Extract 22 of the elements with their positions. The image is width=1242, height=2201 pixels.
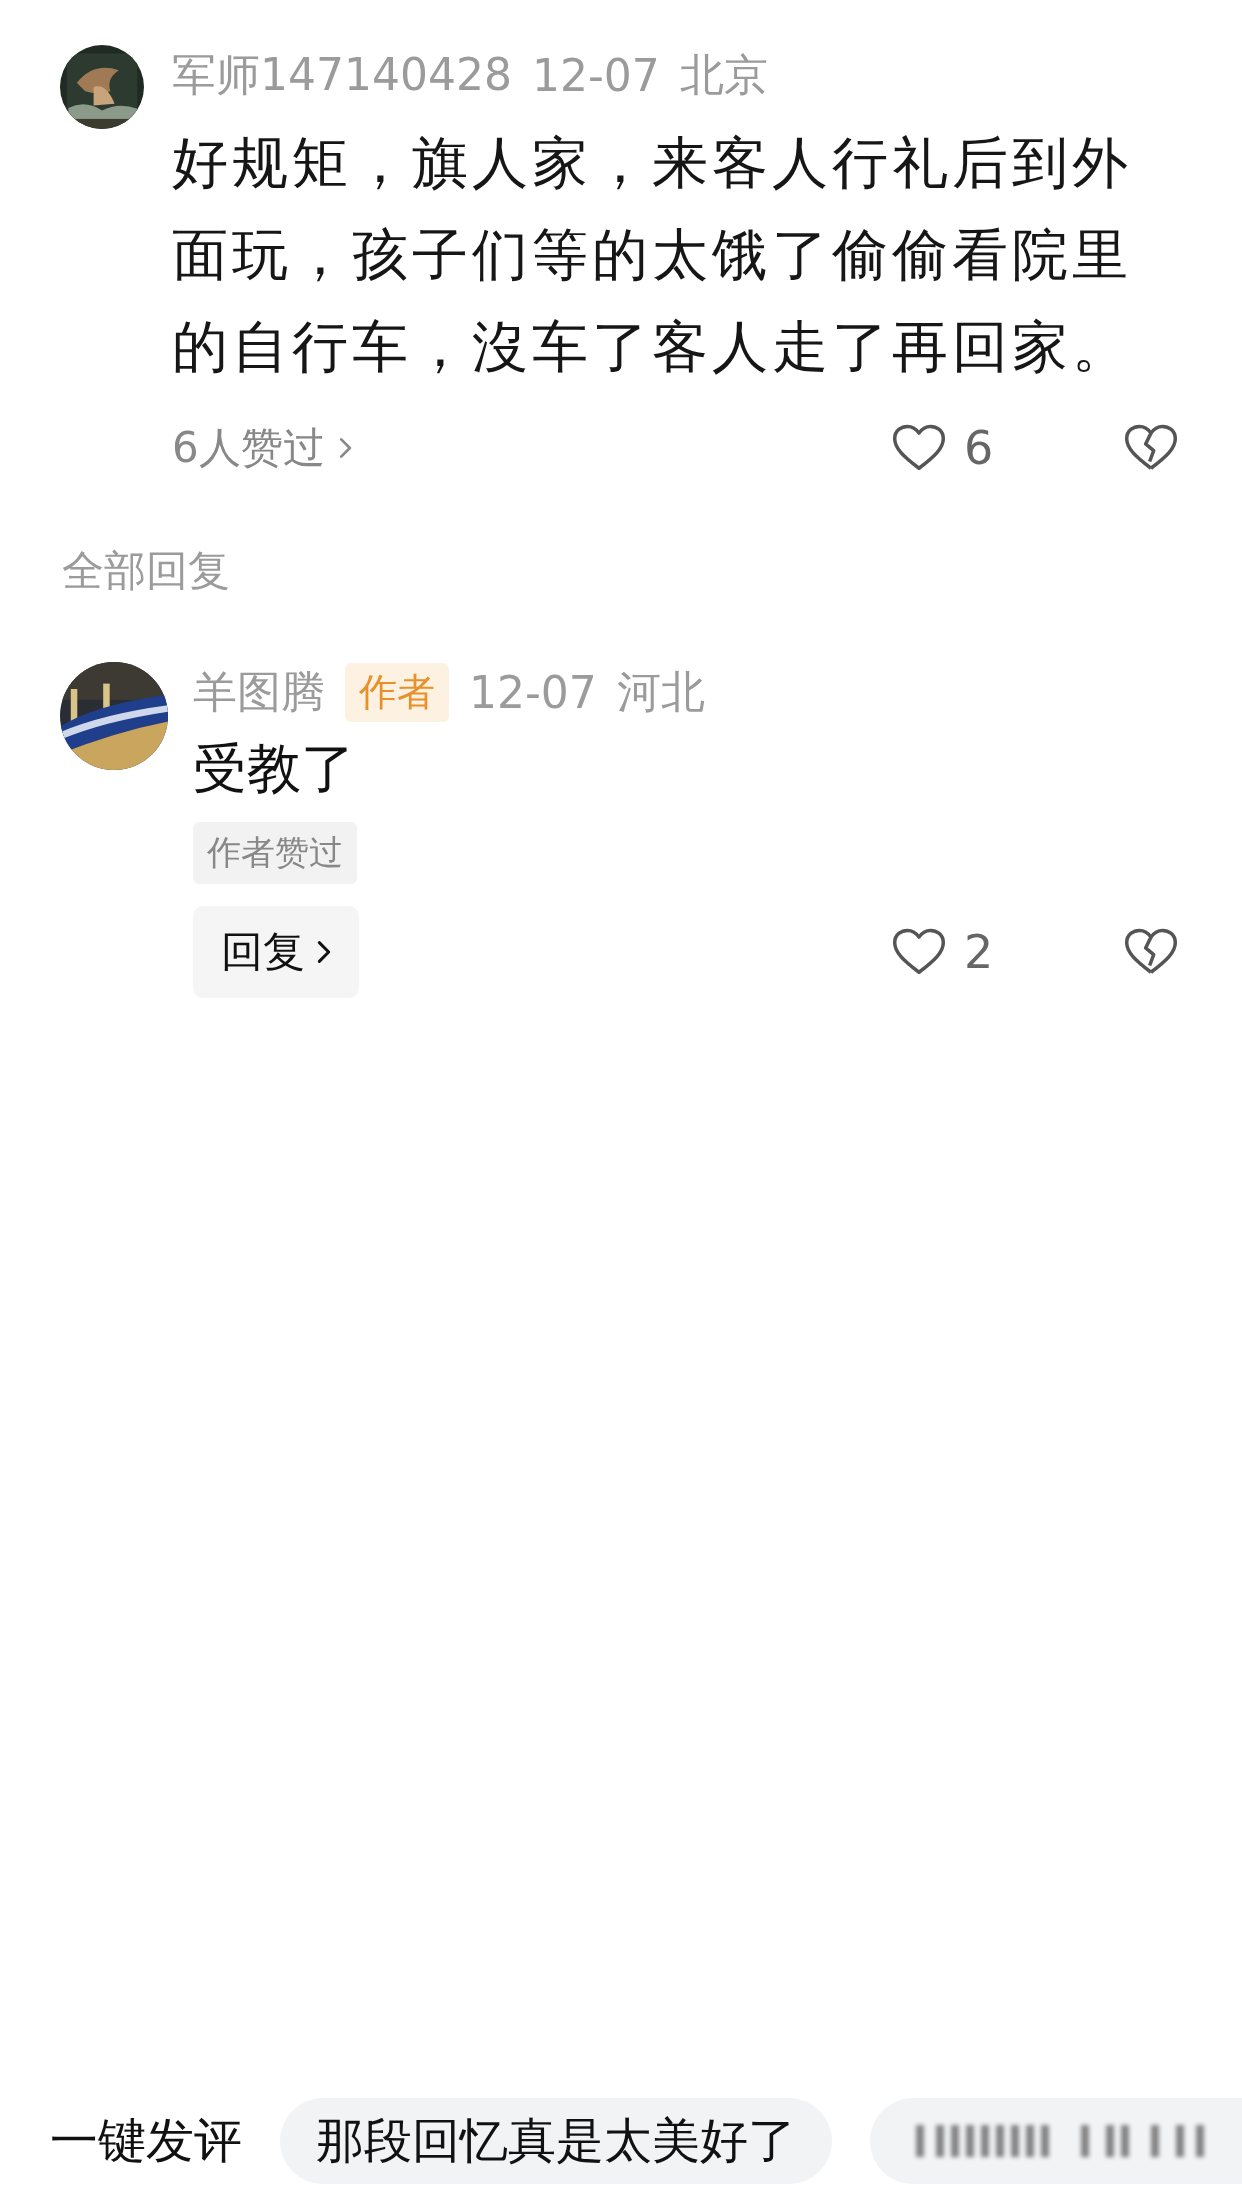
author-liked-tag: 作者赞过 bbox=[193, 822, 357, 884]
heart-icon[interactable] bbox=[892, 423, 946, 473]
like-count: 6 bbox=[964, 421, 995, 475]
reply-date: 12-07 bbox=[469, 666, 597, 718]
comment-text: 好规矩，旗人家，来客人行礼后到外面玩，孩子们等的太饿了偷偷看院里的自行车，沒车了客人走了再回家。 bbox=[172, 129, 1133, 381]
heart-icon[interactable] bbox=[892, 927, 946, 977]
reply-location: 河北 bbox=[616, 664, 705, 719]
author-name[interactable]: 军师147140428 bbox=[172, 45, 512, 105]
quick-comment-label: 一键发评 bbox=[50, 2111, 242, 2170]
chevron-icon bbox=[317, 939, 331, 965]
reply-button[interactable]: 回复 bbox=[193, 906, 359, 998]
comment-location: 北京 bbox=[679, 47, 768, 102]
reply-text: 受教了 bbox=[193, 736, 355, 802]
likers-link[interactable]: 6人赞过 bbox=[172, 420, 352, 476]
section-title: 全部回复 bbox=[61, 545, 231, 597]
blurred-suggestion-chip[interactable] bbox=[870, 2098, 1242, 2184]
author-name[interactable]: 羊图腾 bbox=[193, 662, 325, 722]
comment-date: 12-07 bbox=[531, 49, 660, 101]
like-count: 2 bbox=[964, 925, 995, 979]
chevron-icon bbox=[338, 436, 352, 460]
suggestion-chip[interactable]: 那段回忆真是太美好了 bbox=[280, 2098, 832, 2184]
author-badge: 作者 bbox=[345, 662, 449, 722]
